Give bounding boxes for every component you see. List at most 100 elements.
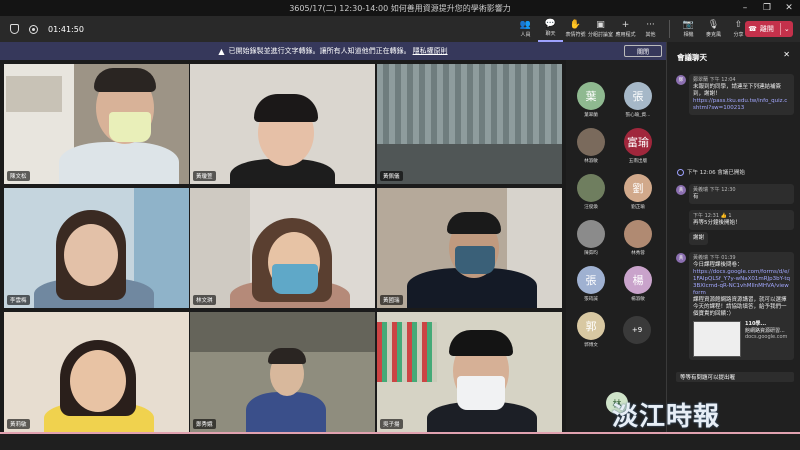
participant-name: 黃國瑞 xyxy=(380,295,403,305)
participant-name: 鄭秀娥 xyxy=(193,419,216,429)
toolbar-icon: + xyxy=(621,20,630,30)
reaction-badge[interactable]: 👍 1 xyxy=(721,213,732,219)
roster-participant[interactable]: 劉劉芷瑜 xyxy=(623,174,653,210)
more-participants-button[interactable]: +9 xyxy=(623,316,651,344)
phone-icon: ☎ xyxy=(748,25,757,33)
roster-name: 葉翠蘭 xyxy=(584,113,598,118)
avatar: 黃 xyxy=(676,185,686,195)
toolbar-button[interactable]: 💬 聊天 xyxy=(538,16,563,42)
roster-name: 汪俊煥 xyxy=(584,205,598,210)
meeting-timer: 01:41:50 xyxy=(48,24,84,34)
toolbar-icon: ✋ xyxy=(569,20,582,30)
roster-participant[interactable]: 陳茹昀 xyxy=(576,220,606,256)
avatar xyxy=(577,220,605,248)
video-tile[interactable]: 吳子揚 xyxy=(377,312,562,432)
roster-name: 張心瑜_資... xyxy=(625,113,651,118)
message-time: 下午 12:04 xyxy=(709,77,736,83)
roster-participant[interactable]: 張張心瑜_資... xyxy=(623,82,653,118)
participant-name: 黃莉敏 xyxy=(7,419,30,429)
participant-name: 吳子揚 xyxy=(380,419,403,429)
close-chat-icon[interactable]: ✕ xyxy=(783,50,790,59)
roster-participant[interactable]: 富瑜 五南出版 xyxy=(623,128,653,164)
toolbar-button[interactable]: 👥 人員 xyxy=(513,16,538,42)
toolbar-button[interactable]: ✋ 表情符號 xyxy=(563,16,588,42)
chat-title: 會議聊天 xyxy=(677,53,707,62)
message-text: 等等有問題可以提出喔 xyxy=(680,375,736,381)
message-link[interactable]: https://docs.google.com/forms/d/e/1FAIpQ… xyxy=(693,269,790,297)
roster-participant[interactable]: 林淑敏 xyxy=(576,128,606,164)
recording-banner: ▲ 已開始錄製並進行文字轉錄。讓所有人知道他們正在轉錄。 隱私權原則 關閉 xyxy=(0,42,666,60)
roster-participant[interactable]: 葉葉翠蘭 xyxy=(576,82,606,118)
toolbar-label: 表情符號 xyxy=(565,32,586,38)
roster-participant[interactable]: 楊楊淑敏 xyxy=(623,266,653,302)
recording-icon xyxy=(29,24,38,34)
participant-roster: 葉葉翠蘭張張心瑜_資... 林淑敏 富瑜 五南出版 汪俊煥劉劉芷瑜 陳茹昀 林秀蓉張張筠誠楊… xyxy=(566,60,666,432)
maximize-icon[interactable]: ❐ xyxy=(756,0,778,16)
roster-name: 楊淑敏 xyxy=(631,297,645,302)
roster-participant[interactable]: 張張筠誠 xyxy=(576,266,606,302)
device-label: 麥克風 xyxy=(705,32,721,38)
chevron-down-icon[interactable]: ⌄ xyxy=(784,25,790,33)
preview-thumbnail xyxy=(693,321,741,357)
roster-name: 張筠誠 xyxy=(584,297,598,302)
video-tile[interactable]: 黃國瑞 xyxy=(377,188,562,308)
video-tile[interactable]: 黃瓊萱 xyxy=(190,64,375,184)
avatar: 張 xyxy=(624,82,652,110)
toolbar-button[interactable]: + 應用程式 xyxy=(613,16,638,42)
device-button[interactable]: 📷 相機 xyxy=(676,16,701,42)
toolbar-label: 應用程式 xyxy=(615,32,636,38)
banner-close-button[interactable]: 關閉 xyxy=(624,45,662,57)
window-title-bar: 3605/17(二) 12:30-14:00 如何善用資源提升您的學術影響力 –… xyxy=(0,0,800,16)
roster-name: 陳茹昀 xyxy=(584,251,598,256)
close-window-icon[interactable]: ✕ xyxy=(778,0,800,16)
video-tile[interactable]: 林文琪 xyxy=(190,188,375,308)
system-message: 下午 12:06 會議已開始 xyxy=(677,168,745,176)
chat-message: 黃 黃義瑞 下午 01:39 今日課程課後問卷： https://docs.go… xyxy=(676,252,794,360)
toolbar-button[interactable]: ··· 其他 xyxy=(638,16,663,42)
message-text: 未報到的同學，請連至下列連結補簽到，謝謝！ xyxy=(693,84,782,97)
leave-button[interactable]: ☎ 離開 ⌄ xyxy=(745,21,793,37)
chat-message: 等等有問題可以提出喔 xyxy=(676,372,794,382)
window-controls: – ❐ ✕ xyxy=(734,0,800,16)
meeting-toolbar: 01:41:50 👥 人員 💬 聊天 ✋ 表情符號 ▣ 分組討論室 + 應用程式 ··· 其他 📷 相機 🎙… xyxy=(0,16,800,42)
avatar: 劉 xyxy=(624,174,652,202)
message-time: 下午 12:31 xyxy=(693,213,719,219)
avatar xyxy=(577,174,605,202)
minimize-icon[interactable]: – xyxy=(734,0,756,16)
participant-name: 林文琪 xyxy=(193,295,216,305)
device-button[interactable]: 🎙 麥克風 xyxy=(701,16,726,42)
video-tile[interactable]: 黃佩儀 xyxy=(377,64,562,184)
avatar: 葉 xyxy=(577,82,605,110)
device-icon: 🎙 xyxy=(707,20,720,30)
avatar: 楊 xyxy=(624,266,652,294)
avatar: 鄭 xyxy=(676,75,686,85)
message-author: 黃義瑞 xyxy=(693,255,709,261)
chat-panel: 會議聊天 ✕ 鄭 鄭翠蘭 下午 12:04 未報到的同學，請連至下列連結補簽到，… xyxy=(666,42,800,432)
avatar xyxy=(624,220,652,248)
roster-name: 林秀蓉 xyxy=(631,251,645,256)
roster-participant[interactable]: 汪俊煥 xyxy=(576,174,606,210)
video-tile[interactable]: 鄭秀娥 xyxy=(190,312,375,432)
avatar: 張 xyxy=(577,266,605,294)
window-title: 3605/17(二) 12:30-14:00 如何善用資源提升您的學術影響力 xyxy=(289,3,511,13)
avatar: 富瑜 xyxy=(624,128,652,156)
toolbar-label: 分組討論室 xyxy=(588,32,614,38)
roster-participant[interactable]: 林秀蓉 xyxy=(623,220,653,256)
avatar: 黃 xyxy=(676,253,686,263)
video-tile[interactable]: 黃莉敏 xyxy=(4,312,189,432)
video-tile[interactable]: 陳文松 xyxy=(4,64,189,184)
roster-participant[interactable]: 郭郭博文 xyxy=(576,312,606,348)
video-tile[interactable]: 李雲梅 xyxy=(4,188,189,308)
message-text: 今日課程課後問卷： xyxy=(693,262,743,268)
toolbar-label: 其他 xyxy=(645,32,656,38)
device-icon: ⇧ xyxy=(734,20,743,30)
message-link[interactable]: https://pass.tku.edu.tw/info_quiz.cshtml… xyxy=(693,98,790,112)
toolbar-button[interactable]: ▣ 分組討論室 xyxy=(588,16,613,42)
device-icon: 📷 xyxy=(682,20,695,30)
participant-name: 黃瓊萱 xyxy=(193,171,216,181)
message-text: 再等5分鐘後開始！ xyxy=(693,220,741,226)
bottom-border xyxy=(0,432,800,434)
link-preview[interactable]: 110學... 館網路資源研習... docs.google.com xyxy=(693,321,790,357)
privacy-link[interactable]: 隱私權原則 xyxy=(413,46,448,56)
shield-icon xyxy=(10,24,19,34)
